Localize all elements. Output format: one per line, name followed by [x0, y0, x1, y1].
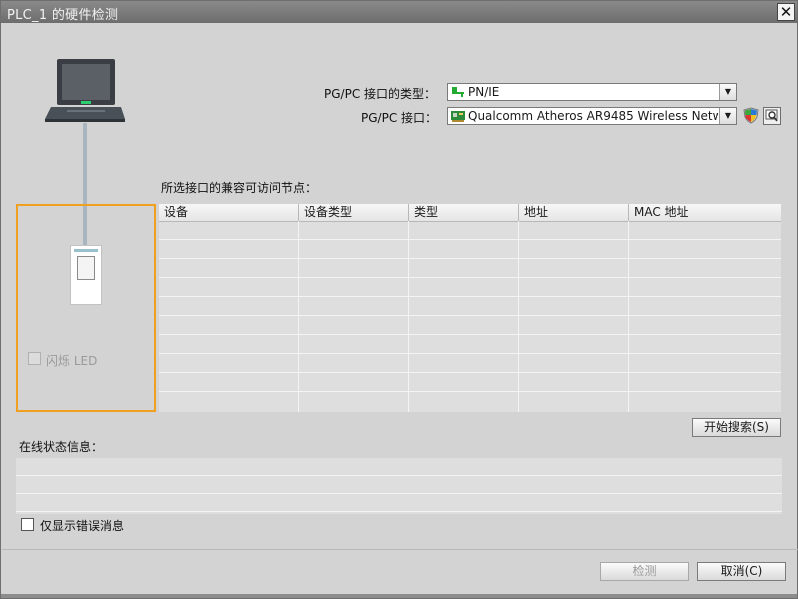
plc-device-icon	[70, 245, 102, 305]
close-button[interactable]: ✕	[777, 3, 795, 21]
flash-led-checkbox[interactable]	[28, 352, 41, 365]
table-row	[159, 354, 781, 373]
column-address[interactable]: 地址	[519, 204, 629, 221]
column-divider	[518, 221, 519, 412]
table-row	[159, 373, 781, 392]
interface-label: PG/PC 接口：	[361, 111, 438, 125]
errors-only-checkbox[interactable]	[21, 518, 34, 531]
close-icon: ✕	[779, 3, 793, 21]
hardware-detection-dialog: PLC_1 的硬件检测 ✕ 闪烁 LED PG/PC 接口的类型： PN/IE …	[0, 0, 798, 599]
nodes-label: 所选接口的兼容可访问节点：	[161, 181, 318, 195]
table-row	[159, 240, 781, 259]
laptop-icon	[45, 59, 125, 122]
column-type[interactable]: 类型	[409, 204, 519, 221]
chevron-down-icon[interactable]: ▼	[719, 108, 736, 124]
errors-only-label: 仅显示错误消息	[40, 519, 125, 533]
detect-button[interactable]: 检测	[600, 562, 689, 581]
interface-type-value: PN/IE	[468, 85, 500, 99]
interface-value: Qualcomm Atheros AR9485 Wireless Networ.…	[468, 109, 718, 123]
interface-select[interactable]: Qualcomm Atheros AR9485 Wireless Networ.…	[447, 107, 737, 125]
magnifier-icon	[765, 109, 778, 122]
column-divider	[298, 221, 299, 412]
chevron-down-icon[interactable]: ▼	[719, 84, 736, 100]
column-divider	[628, 221, 629, 412]
footer-divider	[2, 549, 798, 550]
table-header: 设备 设备类型 类型 地址 MAC 地址	[159, 204, 781, 222]
online-status-list[interactable]	[16, 458, 782, 514]
table-row	[159, 335, 781, 354]
interface-type-select[interactable]: PN/IE ▼	[447, 83, 737, 101]
network-card-icon	[451, 111, 465, 122]
title-bar[interactable]: PLC_1 的硬件检测 ✕	[1, 1, 797, 23]
column-mac-address[interactable]: MAC 地址	[629, 204, 781, 221]
flash-led-label: 闪烁 LED	[46, 354, 98, 368]
online-status-label: 在线状态信息：	[19, 440, 104, 454]
plc-status-bar	[74, 249, 98, 252]
interface-type-label: PG/PC 接口的类型：	[324, 87, 437, 101]
column-device-type[interactable]: 设备类型	[299, 204, 409, 221]
properties-button[interactable]	[763, 107, 781, 125]
table-row	[159, 259, 781, 278]
nodes-table[interactable]: 设备 设备类型 类型 地址 MAC 地址	[159, 204, 781, 412]
cancel-button[interactable]: 取消(C)	[697, 562, 786, 581]
table-row	[159, 278, 781, 297]
list-item	[16, 458, 782, 476]
table-row	[159, 316, 781, 335]
column-device[interactable]: 设备	[159, 204, 299, 221]
list-item	[16, 476, 782, 494]
window-bottom-edge	[1, 594, 797, 598]
window-title: PLC_1 的硬件检测	[7, 8, 119, 23]
network-plug-icon	[452, 87, 464, 97]
start-search-button[interactable]: 开始搜索(S)	[692, 418, 781, 437]
table-row	[159, 221, 781, 240]
table-row	[159, 297, 781, 316]
column-divider	[408, 221, 409, 412]
device-box	[16, 204, 156, 412]
security-shield-icon[interactable]	[743, 107, 759, 124]
list-item	[16, 494, 782, 512]
plc-display	[77, 256, 95, 280]
